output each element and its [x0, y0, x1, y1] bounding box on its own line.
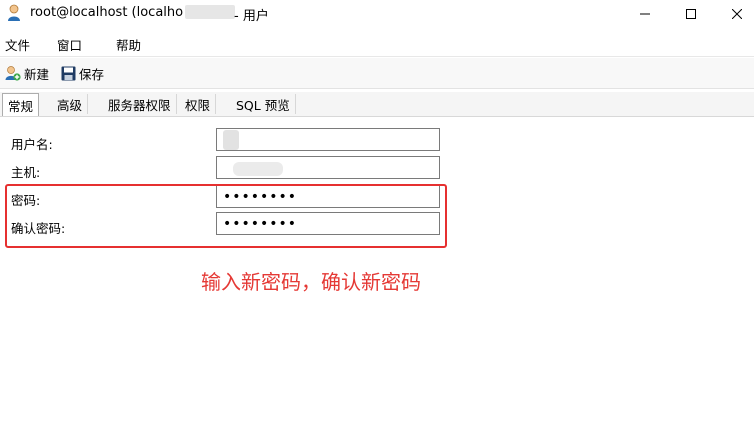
annotation-text: 输入新密码，确认新密码 [201, 270, 421, 294]
window-title: root@localhost (localho [30, 5, 184, 20]
redacted-host-value [233, 162, 283, 176]
maximize-button[interactable] [668, 0, 714, 28]
save-button[interactable]: 保存 [61, 63, 104, 83]
new-button[interactable]: 新建 [5, 63, 49, 83]
tab-bar: 常规 高级 服务器权限 权限 SQL 预览 [0, 92, 754, 117]
highlight-box [5, 184, 447, 248]
username-field[interactable] [216, 128, 440, 151]
add-user-icon [5, 66, 21, 81]
tab-sql-preview-label: SQL 预览 [236, 97, 290, 113]
minimize-icon [640, 13, 650, 15]
title-bar: root@localhost (localho - 用户 [0, 0, 754, 28]
menu-window[interactable]: 窗口 [57, 35, 82, 54]
close-button[interactable] [714, 0, 754, 28]
redacted-username [223, 130, 239, 150]
tab-privileges-label: 权限 [185, 97, 211, 113]
tab-advanced[interactable]: 高级 [52, 94, 89, 114]
tab-server-privileges[interactable]: 服务器权限 [103, 94, 177, 114]
menu-help[interactable]: 帮助 [116, 35, 141, 54]
maximize-icon [686, 9, 696, 19]
username-label: 用户名: [11, 137, 53, 152]
tab-general-label: 常规 [8, 98, 34, 114]
menu-file[interactable]: 文件 [5, 35, 30, 54]
host-field[interactable] [216, 156, 440, 179]
user-icon [8, 4, 20, 21]
host-label: 主机: [11, 165, 41, 180]
save-button-label: 保存 [79, 66, 105, 82]
floppy-disk-icon [61, 66, 76, 80]
minimize-button[interactable] [622, 0, 668, 28]
redacted-host [185, 5, 235, 19]
toolbar: 新建 保存 [0, 58, 754, 89]
tab-privileges[interactable]: 权限 [180, 94, 217, 114]
tab-sql-preview[interactable]: SQL 预览 [231, 94, 296, 114]
tab-general[interactable]: 常规 [2, 93, 40, 117]
menu-bar: 文件 窗口 帮助 [0, 28, 754, 57]
tab-server-privileges-label: 服务器权限 [108, 97, 171, 113]
new-button-label: 新建 [24, 66, 50, 82]
close-icon [732, 9, 742, 19]
window-title-suffix: - 用户 [234, 9, 269, 24]
tab-advanced-label: 高级 [57, 97, 83, 113]
